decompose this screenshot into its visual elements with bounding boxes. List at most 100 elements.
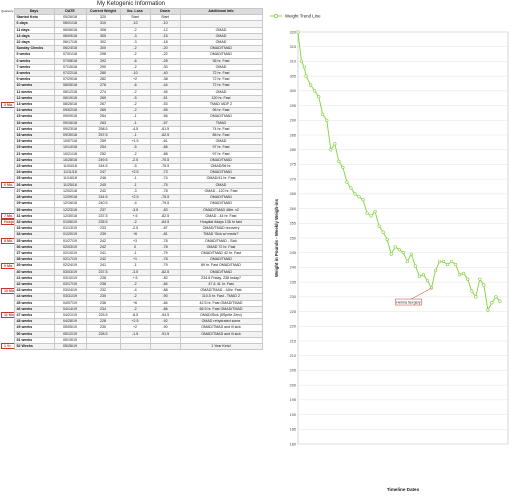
y-tick-label: 205: [290, 369, 296, 373]
weight-log-table: Quarterly Days DATE Current Weight lbs. Loss…: [0, 7, 263, 351]
y-tick-label: 315: [290, 45, 296, 49]
table-cell: [119, 342, 151, 351]
data-point: [393, 245, 397, 249]
y-tick-label: 225: [290, 310, 296, 314]
x-axis-title: Timeline Dates: [387, 487, 420, 492]
y-tick-label: 305: [290, 74, 296, 78]
legend-label: Weight Trend Line: [285, 13, 321, 18]
y-tick-label: 295: [290, 104, 296, 108]
annotation-label: Hernia Surgery: [396, 300, 420, 304]
column-header: Current Weight: [85, 7, 121, 16]
table-cell: 1 Year Keto!: [179, 342, 263, 351]
y-tick-label: 290: [290, 119, 296, 123]
milestone-badge: Hospital: [0, 219, 14, 226]
data-point: [437, 259, 442, 264]
data-point: [470, 289, 474, 293]
data-point: [389, 252, 393, 256]
data-point: [325, 118, 329, 122]
milestone-badge: 1 Yr.: [0, 343, 14, 350]
table-row: 1 Yr. 52 Weeks 05/26/19 1 Year Keto!: [0, 342, 263, 351]
data-point: [309, 83, 313, 87]
data-point: [478, 277, 482, 281]
data-point: [474, 295, 478, 299]
y-tick-label: 260: [290, 207, 296, 211]
data-point: [401, 251, 405, 255]
data-point: [296, 30, 300, 34]
data-point: [337, 159, 341, 164]
y-tick-label: 280: [290, 148, 296, 152]
table-cell: 52 Weeks: [13, 342, 55, 351]
y-tick-label: 230: [290, 295, 296, 299]
data-point: [365, 211, 369, 215]
y-tick-label: 275: [290, 163, 296, 167]
data-point: [385, 237, 389, 242]
data-point: [313, 89, 317, 93]
sheet-title: My Ketogenic Information: [96, 1, 166, 7]
data-point: [450, 259, 454, 264]
data-point: [458, 273, 462, 277]
y-tick-label: 245: [290, 251, 296, 255]
milestone-label: 10 Mo.: [1, 287, 14, 294]
data-point: [494, 295, 498, 299]
chart-svg: 180 185 190 195 200 205 210 215 220 225 230 235 240 2…: [270, 13, 509, 492]
data-point: [317, 95, 321, 99]
data-point: [397, 248, 401, 252]
data-point: [369, 214, 373, 218]
milestone-badge: 10 Mo.: [0, 287, 14, 294]
data-point: [381, 230, 385, 234]
data-point: [345, 180, 349, 184]
milestone-label: 7 Mo.: [1, 213, 14, 220]
milestone-label: 9 Mo.: [1, 262, 14, 269]
data-point: [302, 65, 306, 69]
data-point: [409, 252, 413, 256]
data-point: [466, 277, 470, 281]
legend-swatch-marker: [274, 14, 278, 18]
data-point: [490, 301, 494, 305]
data-point: [353, 192, 357, 196]
y-tick-label: 220: [290, 325, 296, 329]
y-tick-label: 285: [290, 133, 296, 137]
y-tick-label: 265: [290, 192, 296, 196]
data-point: [405, 259, 409, 264]
data-point: [357, 195, 361, 199]
data-point: [373, 209, 377, 214]
quarterly-column-header: Quarterly: [0, 8, 14, 15]
y-tick-label: 255: [290, 222, 296, 226]
data-point: [321, 112, 325, 116]
table-cell: [149, 342, 181, 351]
table-cell: [85, 342, 121, 351]
data-point: [445, 262, 450, 267]
y-tick-label: 195: [290, 398, 296, 402]
table-cell: 05/26/19: [53, 342, 87, 351]
y-tick-label: 235: [290, 280, 296, 284]
data-point: [304, 74, 308, 78]
data-point: [333, 142, 337, 146]
milestone-label: Hospital: [1, 219, 14, 226]
data-point: [349, 186, 353, 190]
data-point: [329, 148, 333, 152]
y-tick-label: 320: [290, 30, 296, 34]
data-point: [341, 165, 345, 169]
milestone-label: 3 Mo.: [1, 101, 14, 108]
milestone-label: 8 Mo.: [1, 238, 14, 245]
milestone-badge: 3 Mo.: [0, 101, 14, 108]
data-point: [299, 59, 304, 64]
data-point: [433, 268, 438, 272]
milestone-label: 6 Mo.: [1, 182, 14, 189]
data-point: [482, 283, 486, 287]
y-tick-label: 240: [290, 266, 296, 270]
data-point: [417, 274, 421, 278]
data-point: [425, 279, 430, 283]
milestone-badge: 11 Mo.: [0, 312, 14, 319]
y-tick-label: 270: [290, 177, 296, 181]
data-point: [377, 224, 381, 228]
data-point: [486, 308, 490, 312]
data-point: [421, 273, 426, 277]
y-tick-label: 180: [290, 442, 296, 446]
milestone-badge: 9 Mo.: [0, 262, 14, 270]
y-tick-label: 210: [290, 354, 296, 358]
data-point: [441, 259, 446, 264]
data-point: [498, 299, 502, 303]
milestone-badge: 8 Mo.: [0, 238, 14, 245]
milestone-label: 1 Yr.: [1, 343, 14, 350]
